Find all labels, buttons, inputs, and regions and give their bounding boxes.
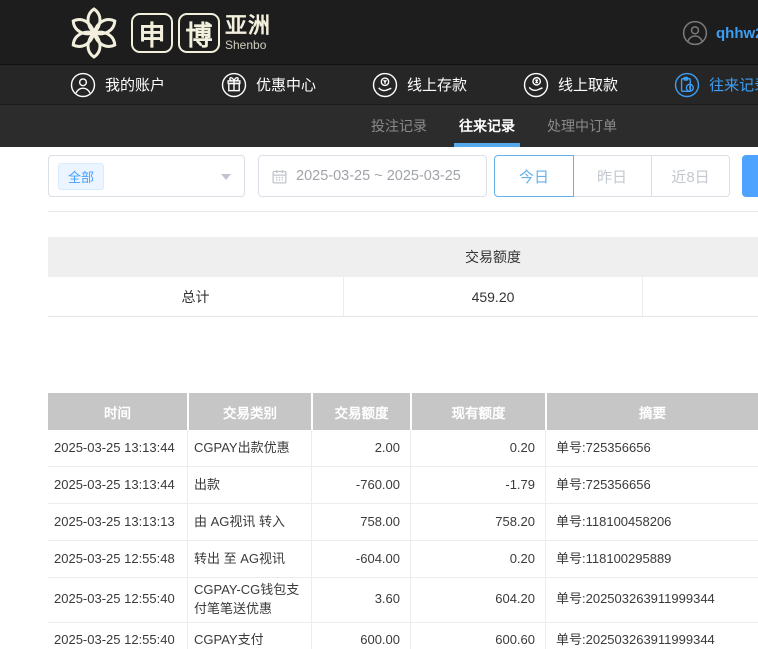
cell-type: CGPAY-CG钱包支付笔笔送优惠 bbox=[187, 578, 311, 622]
cell-type: 出款 bbox=[187, 467, 311, 503]
withdraw-icon bbox=[523, 72, 549, 97]
cell-amount: 2.00 bbox=[311, 430, 410, 466]
divider bbox=[48, 211, 758, 212]
cell-type: CGPAY出款优惠 bbox=[187, 430, 311, 466]
nav-item-promotions[interactable]: 优惠中心 bbox=[221, 72, 316, 98]
nav-item-deposit[interactable]: 线上存款 bbox=[372, 72, 467, 98]
table-row: 2025-03-25 12:55:40 CGPAY-CG钱包支付笔笔送优惠 3.… bbox=[48, 578, 758, 623]
records-icon bbox=[674, 72, 700, 97]
cell-remark: 单号:202503263911999344 bbox=[545, 622, 758, 649]
nav-item-withdraw[interactable]: 线上取款 bbox=[523, 72, 618, 98]
brand-char-bo: 博 bbox=[178, 13, 220, 53]
cell-balance: 604.20 bbox=[410, 578, 545, 622]
deposit-icon bbox=[372, 72, 398, 97]
search-button[interactable] bbox=[742, 155, 758, 197]
cell-amount: 3.60 bbox=[311, 578, 410, 622]
cell-remark: 单号:725356656 bbox=[545, 467, 758, 503]
table-header-row: 时间 交易类别 交易额度 现有额度 摘要 bbox=[48, 393, 758, 430]
last-8-days-button[interactable]: 近8日 bbox=[651, 155, 730, 197]
col-header-remark: 摘要 bbox=[545, 393, 758, 430]
cell-time: 2025-03-25 12:55:40 bbox=[54, 591, 175, 607]
col-header-balance: 现有额度 bbox=[410, 393, 545, 430]
quick-date-buttons: 今日 昨日 近8日 bbox=[494, 155, 730, 197]
col-header-time: 时间 bbox=[104, 405, 131, 421]
user-icon bbox=[70, 72, 96, 97]
cell-type: CGPAY支付 bbox=[187, 622, 311, 649]
brand-char-shen: 申 bbox=[131, 13, 173, 53]
yesterday-button[interactable]: 昨日 bbox=[573, 155, 652, 197]
nav-label: 优惠中心 bbox=[256, 77, 317, 94]
summary-header-amount: 交易额度 bbox=[465, 249, 521, 265]
cell-balance: 0.20 bbox=[410, 541, 545, 577]
user-account[interactable]: qhhw2 bbox=[682, 20, 758, 46]
table-row: 2025-03-25 13:13:44 出款 -760.00 -1.79 单号:… bbox=[48, 467, 758, 504]
nav-label: 线上存款 bbox=[407, 77, 468, 94]
summary-empty-cell bbox=[643, 277, 758, 316]
today-button[interactable]: 今日 bbox=[494, 155, 574, 197]
cell-amount: 600.00 bbox=[311, 622, 410, 649]
top-bar: 申 博 亚洲 Shenbo qhhw2 bbox=[0, 0, 758, 65]
brand-latin: Shenbo bbox=[225, 38, 267, 52]
date-range-input[interactable]: 2025-03-25 ~ 2025-03-25 bbox=[258, 155, 487, 197]
col-header-type: 交易类别 bbox=[187, 393, 311, 430]
tab-transaction-records[interactable]: 往来记录 bbox=[454, 105, 520, 147]
tab-label: 往来记录 bbox=[459, 118, 515, 134]
nav-label: 我的账户 bbox=[105, 77, 166, 94]
nav-label: 线上取款 bbox=[558, 77, 619, 94]
calendar-icon bbox=[272, 169, 287, 184]
sub-nav: 投注记录 往来记录 处理中订单 bbox=[0, 105, 758, 147]
cell-type: 转出 至 AG视讯 bbox=[187, 541, 311, 577]
gift-icon bbox=[221, 72, 247, 97]
cell-amount: -760.00 bbox=[311, 467, 410, 503]
table-row: 2025-03-25 13:13:44 CGPAY出款优惠 2.00 0.20 … bbox=[48, 430, 758, 467]
cell-amount: -604.00 bbox=[311, 541, 410, 577]
table-row: 2025-03-25 13:13:13 由 AG视讯 转入 758.00 758… bbox=[48, 504, 758, 541]
brand-region: 亚洲 bbox=[225, 13, 272, 38]
nav-item-my-account[interactable]: 我的账户 bbox=[70, 72, 165, 98]
cell-remark: 单号:202503263911999344 bbox=[545, 578, 758, 622]
tab-betting-records[interactable]: 投注记录 bbox=[368, 105, 430, 147]
cell-time: 2025-03-25 12:55:40 bbox=[54, 632, 175, 648]
cell-balance: -1.79 bbox=[410, 467, 545, 503]
nav-item-transaction-records[interactable]: 往来记录 bbox=[674, 72, 758, 98]
col-header-amount: 交易额度 bbox=[311, 393, 410, 430]
tab-label: 处理中订单 bbox=[547, 118, 617, 134]
brand-suffix: 亚洲 Shenbo bbox=[225, 13, 272, 52]
tab-pending-orders[interactable]: 处理中订单 bbox=[544, 105, 620, 147]
selected-type-chip[interactable]: 全部 bbox=[58, 162, 105, 190]
flower-logo-icon bbox=[71, 7, 117, 59]
cell-time: 2025-03-25 12:55:48 bbox=[54, 550, 175, 566]
summary-total-value: 459.20 bbox=[343, 277, 643, 316]
summary-total-label: 总计 bbox=[181, 288, 210, 305]
cell-balance: 0.20 bbox=[410, 430, 545, 466]
cell-remark: 单号:725356656 bbox=[545, 430, 758, 466]
cell-type: 由 AG视讯 转入 bbox=[187, 504, 311, 540]
filter-bar: 全部 2025-03-25 ~ 2025-03-25 今日 昨日 近8日 bbox=[48, 155, 758, 197]
avatar-icon bbox=[682, 20, 708, 46]
cell-time: 2025-03-25 13:13:13 bbox=[54, 513, 175, 529]
nav-label: 往来记录 bbox=[709, 77, 758, 94]
cell-balance: 600.60 bbox=[410, 622, 545, 649]
records-table: 时间 交易类别 交易额度 现有额度 摘要 2025-03-25 13:13:44… bbox=[48, 393, 758, 649]
summary-table: 交易额度 总计 459.20 bbox=[48, 237, 758, 317]
date-range-value: 2025-03-25 ~ 2025-03-25 bbox=[296, 168, 461, 184]
type-select[interactable]: 全部 bbox=[48, 155, 245, 197]
tab-label: 投注记录 bbox=[371, 118, 427, 134]
table-row: 2025-03-25 12:55:40 CGPAY支付 600.00 600.6… bbox=[48, 622, 758, 649]
cell-remark: 单号:118100295889 bbox=[545, 541, 758, 577]
chevron-down-icon bbox=[221, 174, 231, 180]
cell-time: 2025-03-25 13:13:44 bbox=[54, 476, 175, 492]
summary-total-row: 总计 459.20 bbox=[48, 277, 758, 317]
cell-amount: 758.00 bbox=[311, 504, 410, 540]
brand-logo[interactable]: 申 博 亚洲 Shenbo bbox=[62, 1, 271, 65]
cell-remark: 单号:118100458206 bbox=[545, 504, 758, 540]
main-nav: 我的账户 优惠中心 线上存款 线上取款 往来记 bbox=[0, 65, 758, 105]
table-row: 2025-03-25 12:55:48 转出 至 AG视讯 -604.00 0.… bbox=[48, 541, 758, 578]
cell-balance: 758.20 bbox=[410, 504, 545, 540]
cell-time: 2025-03-25 13:13:44 bbox=[54, 439, 175, 455]
username: qhhw2 bbox=[716, 24, 758, 42]
summary-header-row: 交易额度 bbox=[48, 237, 758, 277]
